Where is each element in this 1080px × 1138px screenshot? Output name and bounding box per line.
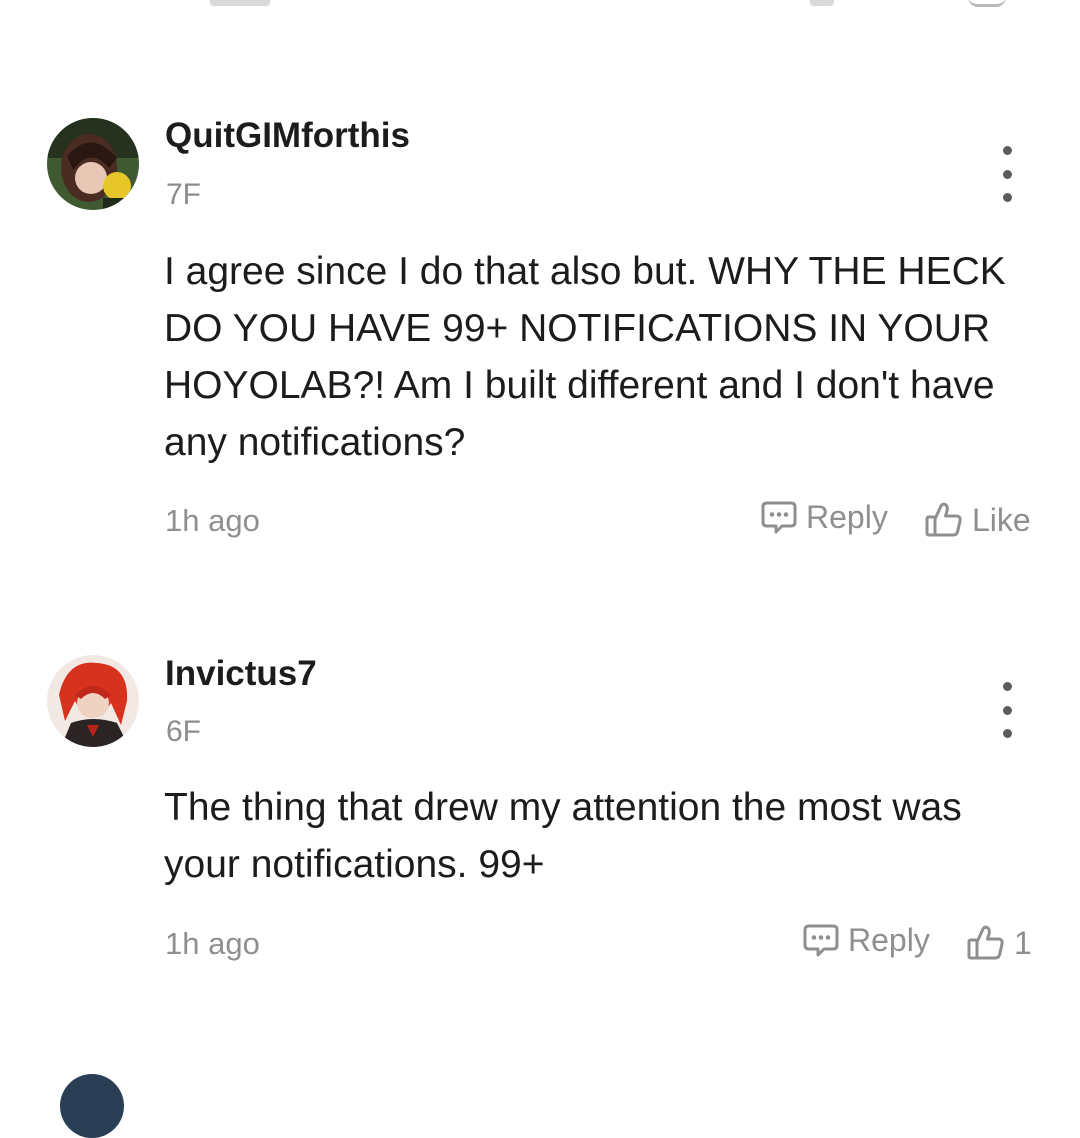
avatar[interactable] (47, 118, 139, 210)
more-vertical-icon[interactable] (990, 682, 1024, 738)
comment-timestamp: 1h ago (165, 926, 260, 961)
like-label: Like (972, 501, 1031, 538)
comment-text: The thing that drew my attention the mos… (164, 786, 962, 886)
like-count: 1 (1014, 924, 1032, 961)
avatar-image (47, 655, 139, 747)
reply-button[interactable]: Reply (802, 921, 930, 959)
comment-bubble-icon (760, 498, 798, 536)
floor-number: 6F (166, 715, 202, 748)
avatar[interactable] (47, 655, 139, 747)
comment-bubble-icon (802, 921, 840, 959)
username[interactable]: QuitGIMforthis (165, 116, 410, 156)
previous-comment-remnant (810, 0, 834, 6)
comment-text: I agree since I do that also but. WHY TH… (164, 250, 1006, 464)
thumbs-up-icon (924, 500, 964, 540)
reply-label: Reply (806, 498, 888, 535)
previous-comment-remnant (210, 0, 270, 6)
thumbs-up-icon (966, 923, 1006, 963)
previous-comment-remnant (968, 0, 1006, 7)
like-button[interactable]: 1 (966, 923, 1032, 963)
reply-button[interactable]: Reply (760, 498, 888, 536)
comment-timestamp: 1h ago (165, 503, 260, 538)
floor-number: 7F (166, 178, 202, 211)
reply-label: Reply (848, 921, 930, 958)
avatar-image (47, 118, 139, 210)
like-button[interactable]: Like (924, 500, 1031, 540)
next-comment-avatar[interactable] (60, 1074, 124, 1138)
more-vertical-icon[interactable] (990, 146, 1024, 202)
username[interactable]: Invictus7 (165, 654, 317, 694)
